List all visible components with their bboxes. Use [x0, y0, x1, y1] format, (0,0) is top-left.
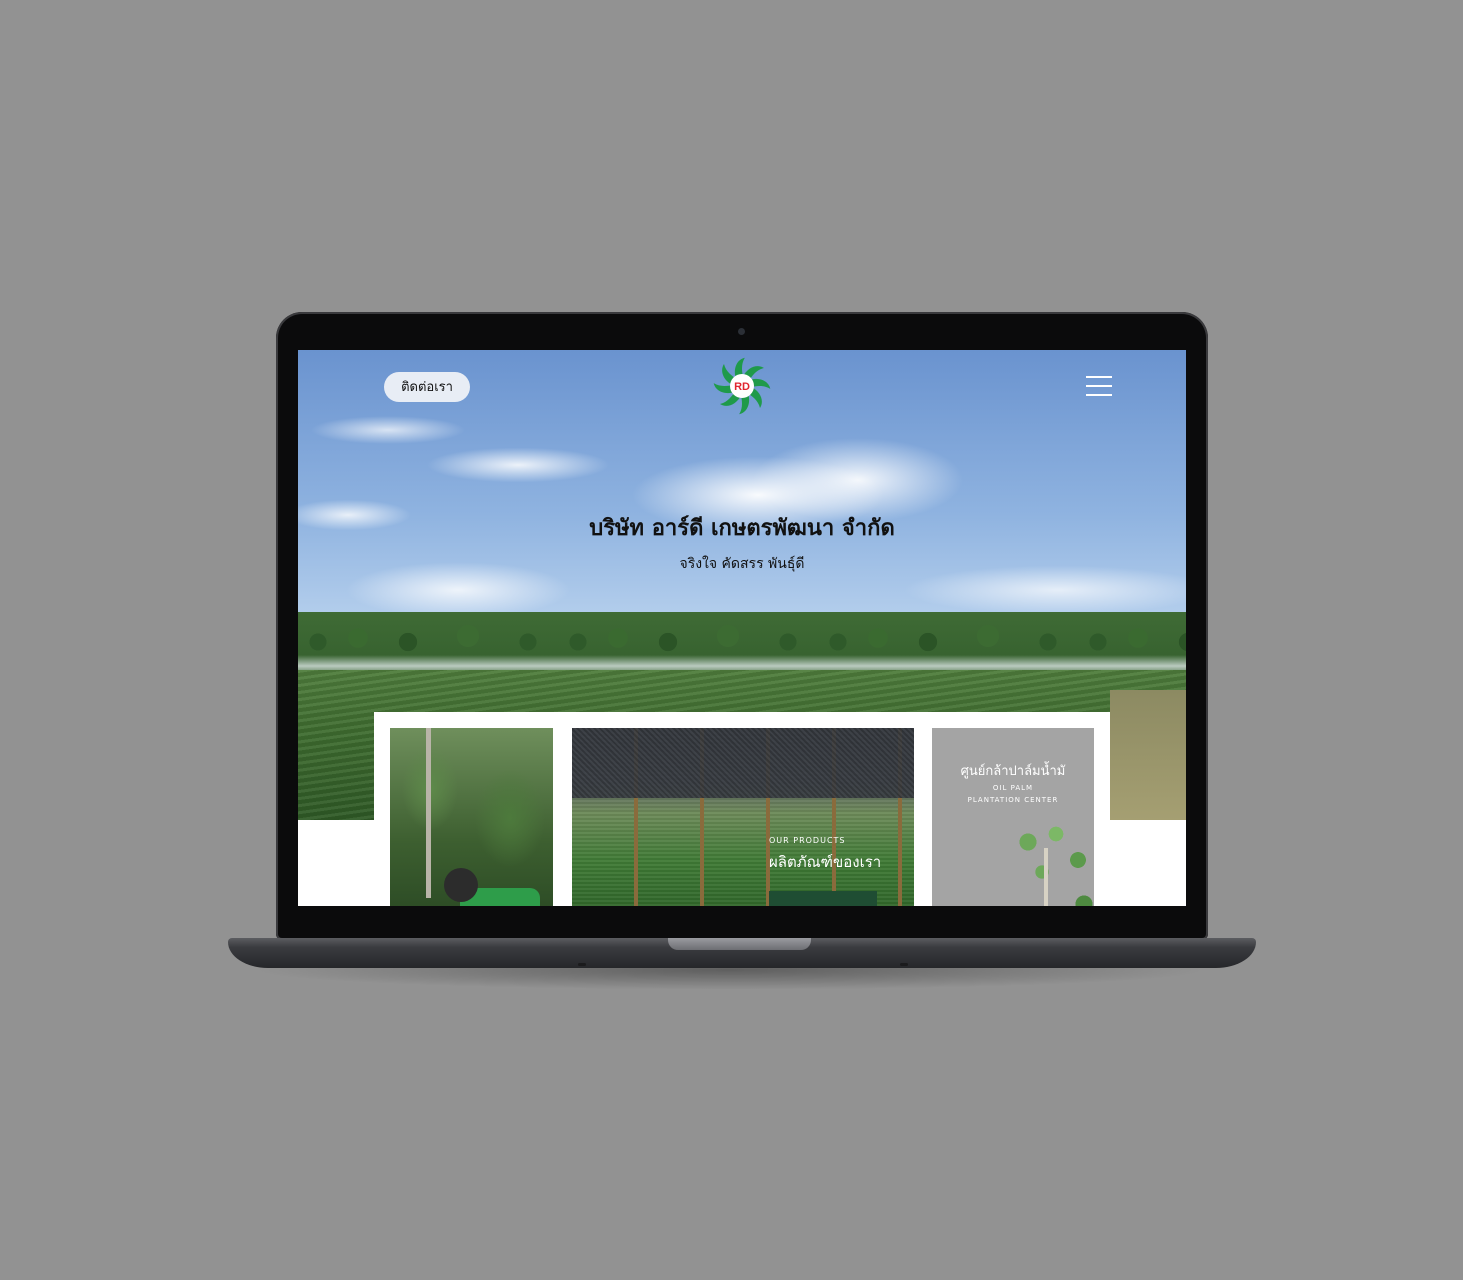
center-en-line2: PLANTATION CENTER — [967, 796, 1059, 804]
laptop-foot — [900, 963, 908, 966]
hero-subtitle: จริงใจ คัดสรร พันธุ์ดี — [679, 556, 805, 572]
contact-button[interactable]: ติดต่อเรา — [384, 372, 470, 402]
worker-photo-card[interactable] — [390, 728, 553, 906]
center-en-line1: OIL PALM — [992, 784, 1034, 792]
laptop-foot — [578, 963, 586, 966]
products-card[interactable]: OUR PRODUCTS ผลิตภัณฑ์ของเรา — [572, 728, 914, 906]
cards-panel: OUR PRODUCTS ผลิตภัณฑ์ของเรา ศูนย์กล้าปา… — [374, 712, 1110, 906]
tree-stem — [1044, 848, 1048, 906]
hero-title: บริษัท อาร์ดี เกษตรพัฒนา จำกัด — [589, 516, 895, 541]
center-title: ศูนย์กล้าปาล์มน้ำมั — [960, 764, 1066, 779]
products-title: ผลิตภัณฑ์ของเรา — [769, 853, 882, 871]
products-cta-button[interactable] — [769, 891, 877, 906]
logo-text: RD — [734, 381, 750, 393]
palm-trunk — [426, 728, 431, 898]
rd-logo-icon[interactable]: RD — [710, 354, 774, 418]
website-screen: ติดต่อเรา RD บริษัท อาร์ดี เกษตรพัฒนา จำ… — [298, 350, 1186, 906]
laptop-opening-notch — [668, 938, 811, 950]
plantation-center-card[interactable]: ศูนย์กล้าปาล์มน้ำมั OIL PALM PLANTATION … — [932, 728, 1094, 906]
hamburger-menu-icon[interactable] — [1086, 376, 1112, 398]
mockup-stage: ติดต่อเรา RD บริษัท อาร์ดี เกษตรพัฒนา จำ… — [0, 0, 1463, 1280]
products-eyebrow: OUR PRODUCTS — [769, 836, 846, 845]
dirt-field — [1110, 690, 1186, 820]
webcam-icon — [738, 328, 745, 335]
shade-net — [572, 728, 914, 798]
worker-hat — [444, 868, 478, 902]
